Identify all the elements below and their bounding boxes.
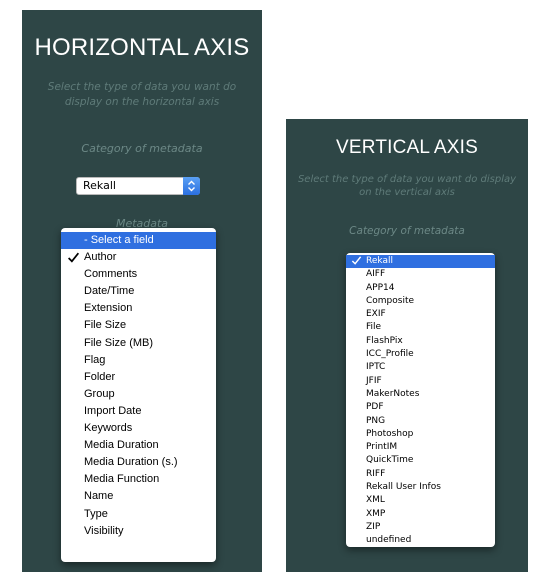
horizontal-metadata-option[interactable]: File Size [61,317,216,334]
horizontal-metadata-option-label: Media Function [84,473,160,486]
vertical-category-option[interactable]: XMP [346,508,495,521]
vertical-category-option-label: ZIP [366,521,381,532]
vertical-category-option[interactable]: APP14 [346,282,495,295]
vertical-category-option-label: Rekall [366,256,393,266]
vertical-category-option-label: XMP [366,508,386,519]
vertical-category-option-label: Composite [366,295,415,306]
horizontal-metadata-option[interactable]: Media Duration (s.) [61,454,216,471]
vertical-category-option[interactable]: RIFF [346,468,495,481]
vertical-axis-description: Select the type of data you want do disp… [297,174,517,198]
vertical-category-option[interactable]: PrintIM [346,441,495,454]
vertical-category-option-label: File [366,322,382,333]
horizontal-metadata-option[interactable]: Keywords [61,420,216,437]
vertical-category-option-label: IPTC [366,362,386,373]
horizontal-metadata-option-label: Name [84,490,114,503]
vertical-category-option[interactable]: ICC_Profile [346,348,495,361]
vertical-category-option[interactable]: ZIP [346,521,495,534]
vertical-category-option-label: Photoshop [366,428,414,439]
horizontal-metadata-option-label: Flag [84,353,106,366]
vertical-category-option-label: JFIF [366,375,382,386]
vertical-category-option-label: PDF [366,402,384,413]
horizontal-metadata-option[interactable]: Visibility [61,523,216,540]
vertical-category-option-label: PrintIM [366,442,398,453]
horizontal-category-select-value: Rekall [83,179,116,192]
vertical-category-option[interactable]: Rekall User Infos [346,481,495,494]
horizontal-metadata-option[interactable]: Flag [61,352,216,369]
vertical-category-option[interactable]: AIFF [346,268,495,281]
vertical-category-option[interactable]: IPTC [346,361,495,374]
vertical-category-label: Category of metadata [349,225,465,237]
horizontal-axis-description: Select the type of data you want do disp… [47,81,237,108]
updown-chevron-icon[interactable] [183,177,200,195]
vertical-category-option[interactable]: undefined [346,534,495,547]
vertical-category-option[interactable]: MakerNotes [346,388,495,401]
vertical-category-option-label: AIFF [366,269,386,280]
vertical-axis-title: VERTICAL AXIS [336,137,478,158]
page: HORIZONTAL AXIS Select the type of data … [0,0,534,573]
horizontal-metadata-option-label: Visibility [84,524,124,537]
vertical-category-option[interactable]: PNG [346,415,495,428]
vertical-category-option[interactable]: PDF [346,401,495,414]
horizontal-metadata-dropdown[interactable]: - Select a field Author Comments Date/Time E… [61,228,216,562]
vertical-category-option-label: PNG [366,415,386,426]
horizontal-category-label: Category of metadata [81,142,203,155]
horizontal-metadata-option-label: Type [84,507,108,520]
vertical-category-option-label: MakerNotes [366,388,420,399]
vertical-category-option[interactable]: XML [346,494,495,507]
horizontal-metadata-option[interactable]: Extension [61,300,216,317]
horizontal-axis-panel: HORIZONTAL AXIS Select the type of data … [22,10,262,572]
horizontal-metadata-option-label: Extension [84,302,133,315]
horizontal-metadata-option-label: File Size (MB) [84,336,154,349]
checkmark-icon [67,249,80,266]
vertical-category-option-label: QuickTime [366,455,414,466]
horizontal-metadata-option-label: Author [84,251,117,264]
vertical-category-option-label: ICC_Profile [366,349,414,360]
vertical-category-option[interactable]: EXIF [346,308,495,321]
horizontal-category-select[interactable]: Rekall [76,177,200,195]
horizontal-metadata-option-label: Date/Time [84,285,135,298]
vertical-category-option-label: Rekall User Infos [366,482,441,493]
horizontal-metadata-option-label: Import Date [84,404,142,417]
horizontal-metadata-option-label: Comments [84,268,138,281]
horizontal-metadata-option-label: Keywords [84,422,133,435]
checkmark-icon [351,255,362,268]
horizontal-metadata-option-label: File Size [84,319,127,332]
horizontal-metadata-option[interactable]: Name [61,488,216,505]
vertical-category-option-label: XML [366,495,385,506]
horizontal-metadata-option[interactable]: File Size (MB) [61,335,216,352]
vertical-category-option[interactable]: FlashPix [346,335,495,348]
horizontal-metadata-option[interactable]: - Select a field [61,232,216,250]
horizontal-metadata-option[interactable]: Type [61,506,216,523]
vertical-category-option-label: FlashPix [366,335,403,346]
horizontal-metadata-option-label: - Select a field [84,234,154,246]
horizontal-metadata-option-label: Media Duration [84,439,159,452]
vertical-category-option-label: RIFF [366,468,386,479]
vertical-category-option[interactable]: Composite [346,295,495,308]
horizontal-metadata-option-label: Media Duration (s.) [84,456,178,469]
horizontal-metadata-option[interactable]: Comments [61,266,216,283]
horizontal-metadata-option[interactable]: Date/Time [61,283,216,300]
vertical-category-option[interactable]: JFIF [346,375,495,388]
horizontal-metadata-option[interactable]: Import Date [61,403,216,420]
vertical-category-option[interactable]: QuickTime [346,454,495,467]
horizontal-metadata-option[interactable]: Media Function [61,471,216,488]
horizontal-metadata-option[interactable]: Author [61,249,216,266]
vertical-category-dropdown[interactable]: Rekall AIFF APP14 Composite EXIF File FlashPix… [346,253,495,547]
vertical-category-option[interactable]: Photoshop [346,428,495,441]
vertical-category-option[interactable]: File [346,321,495,334]
horizontal-metadata-option-label: Group [84,387,115,400]
vertical-category-option-label: APP14 [366,282,395,293]
horizontal-metadata-option[interactable]: Media Duration [61,437,216,454]
vertical-category-option[interactable]: Rekall [346,255,495,269]
vertical-axis-panel: VERTICAL AXIS Select the type of data yo… [286,119,528,572]
horizontal-metadata-option[interactable]: Folder [61,369,216,386]
vertical-category-option-label: EXIF [366,309,386,320]
horizontal-metadata-option[interactable]: Group [61,386,216,403]
vertical-category-option-label: undefined [366,535,412,546]
horizontal-axis-title: HORIZONTAL AXIS [34,34,250,61]
horizontal-metadata-option-label: Folder [84,370,116,383]
